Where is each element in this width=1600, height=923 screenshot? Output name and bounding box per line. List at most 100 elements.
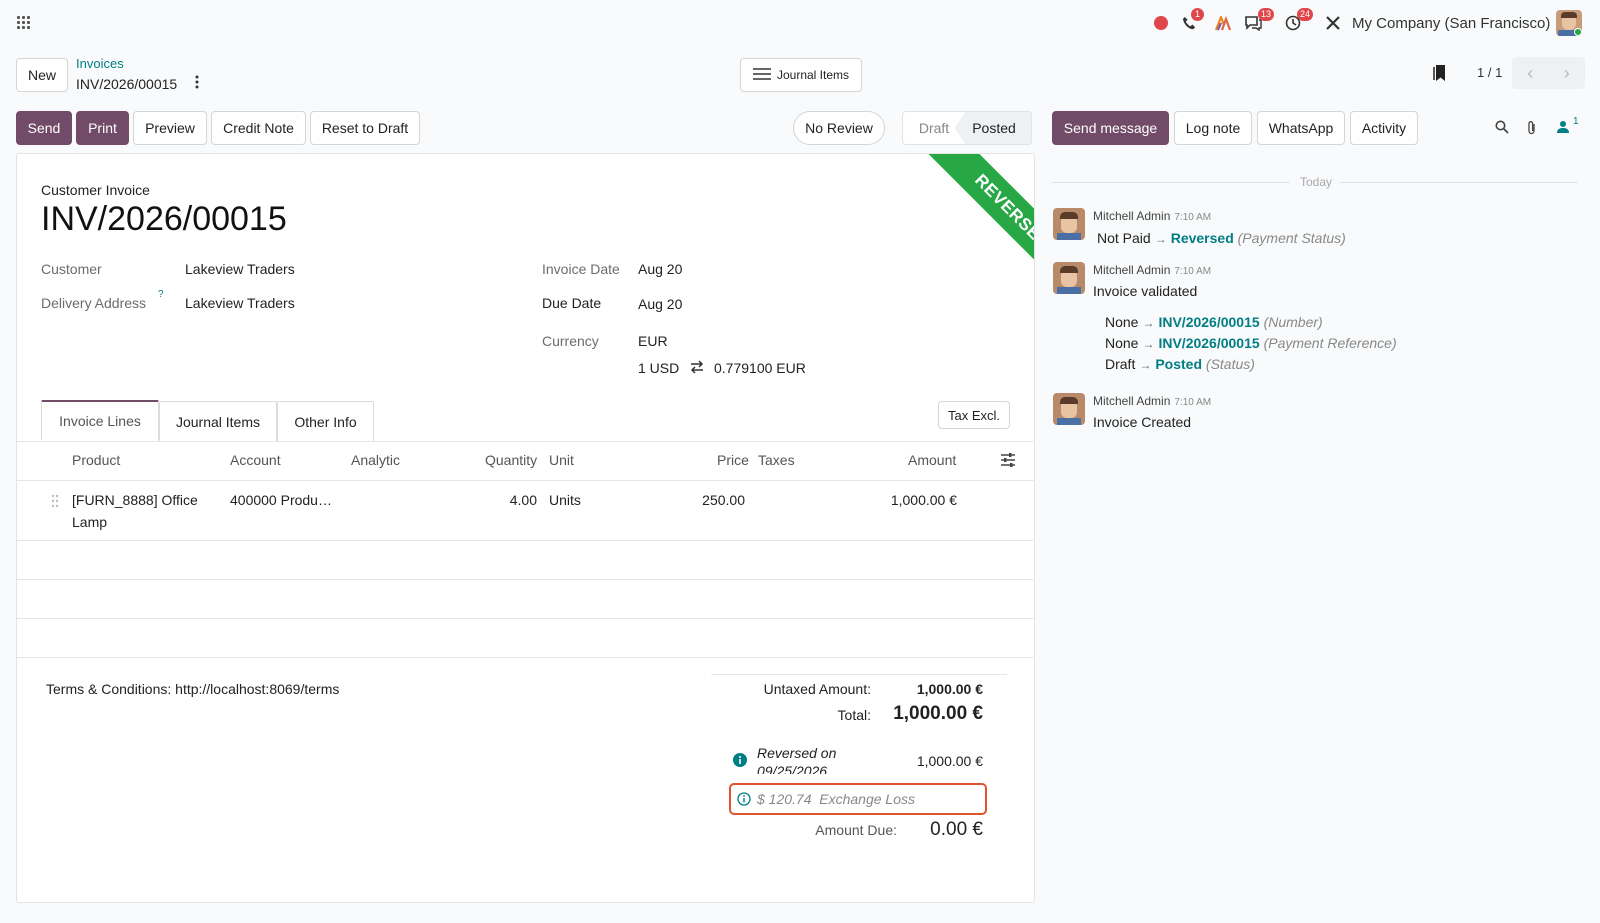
followers-icon[interactable] — [1556, 120, 1570, 137]
tools-icon[interactable] — [1324, 14, 1342, 32]
avatar[interactable] — [1053, 393, 1085, 425]
tab-journal-items[interactable]: Journal Items — [159, 401, 277, 441]
avatar[interactable] — [1053, 208, 1085, 240]
activities-badge: 24 — [1297, 8, 1314, 21]
due-date-label: Due Date — [542, 295, 602, 311]
search-icon[interactable] — [1495, 120, 1509, 137]
invoice-date-field[interactable]: Aug 20 — [638, 261, 682, 277]
col-unit[interactable]: Unit — [549, 452, 574, 468]
reversed-amount: 1,000.00 € — [916, 753, 983, 769]
reversed-ribbon: REVERSED — [917, 154, 1034, 307]
col-account[interactable]: Account — [230, 452, 281, 468]
col-taxes[interactable]: Taxes — [758, 452, 795, 468]
optional-columns-icon[interactable] — [1000, 453, 1016, 470]
activity-button[interactable]: Activity — [1350, 111, 1418, 145]
breadcrumb-invoices[interactable]: Invoices — [76, 56, 124, 71]
kebab-menu-icon[interactable] — [195, 75, 199, 89]
currency-label: Currency — [542, 333, 599, 349]
preview-button[interactable]: Preview — [133, 111, 207, 145]
pager-prev-icon[interactable]: ‹ — [1512, 57, 1549, 89]
tab-other-info[interactable]: Other Info — [277, 401, 374, 441]
line-account: 400000 Produ… — [230, 492, 332, 508]
total-label: Total: — [837, 707, 871, 723]
breadcrumb-current: INV/2026/00015 — [76, 76, 178, 92]
table-row[interactable]: [FURN_8888] Office Lamp 400000 Produ… 4.… — [17, 480, 1034, 540]
message-time: 7:10 AM — [1174, 266, 1212, 277]
reversed-on-label: Reversed on — [757, 745, 837, 761]
total-amount: 1,000.00 € — [893, 703, 983, 724]
calls-badge: 1 — [1191, 8, 1204, 21]
journal-items-label: Journal Items — [776, 68, 850, 82]
invoice-type-label: Customer Invoice — [41, 182, 150, 198]
no-review-button[interactable]: No Review — [793, 111, 885, 145]
reset-to-draft-button[interactable]: Reset to Draft — [310, 111, 420, 145]
list-icon — [752, 67, 771, 83]
user-avatar[interactable] — [1556, 10, 1582, 36]
exchange-loss-text: $ 120.74 Exchange Loss — [757, 791, 916, 807]
drag-handle-icon[interactable] — [51, 494, 59, 511]
message-time: 7:10 AM — [1174, 397, 1212, 408]
status-bar: Draft Posted — [902, 111, 1032, 145]
untaxed-amount-label: Untaxed Amount: — [763, 681, 871, 697]
customer-field[interactable]: Lakeview Traders — [185, 261, 295, 277]
new-button[interactable]: New — [16, 58, 68, 92]
col-analytic[interactable]: Analytic — [351, 452, 400, 468]
tax-excl-toggle[interactable]: Tax Excl. — [938, 401, 1010, 429]
due-date-field[interactable]: Aug 20 — [638, 296, 682, 312]
currency-field[interactable]: EUR — [638, 333, 668, 349]
col-amount[interactable]: Amount — [908, 452, 956, 468]
line-product-2: Lamp — [72, 514, 108, 530]
journal-items-smart-button[interactable]: Journal Items — [740, 58, 862, 92]
bookmark-icon[interactable] — [1433, 64, 1449, 85]
rate-to: 0.779100 EUR — [714, 360, 806, 376]
reversed-on-date: 09/25/2026 — [757, 763, 828, 774]
tab-invoice-lines[interactable]: Invoice Lines — [41, 400, 159, 440]
message-body: Invoice Created — [1093, 414, 1192, 430]
customer-label: Customer — [41, 261, 102, 277]
top-navbar: 1 13 24 My Company (San Francisco) — [0, 0, 1600, 46]
amount-due: 0.00 € — [930, 819, 983, 840]
ai-icon[interactable] — [1214, 14, 1232, 32]
paperclip-icon[interactable] — [1527, 120, 1537, 139]
tracking-change: Not Paid → Reversed (Payment Status) — [1097, 230, 1346, 246]
message-author: Mitchell Admin 7:10 AM — [1093, 263, 1212, 277]
line-unit: Units — [549, 492, 581, 508]
pager-nav: ‹ › — [1512, 57, 1585, 89]
delivery-address-field[interactable]: Lakeview Traders — [185, 295, 295, 311]
send-message-button[interactable]: Send message — [1052, 111, 1169, 145]
pager-value[interactable]: 1 / 1 — [1477, 65, 1502, 80]
rate-from: 1 USD — [638, 360, 680, 376]
log-note-button[interactable]: Log note — [1174, 111, 1252, 145]
credit-note-button[interactable]: Credit Note — [211, 111, 306, 145]
exchange-arrows-icon — [689, 360, 705, 377]
col-quantity[interactable]: Quantity — [485, 452, 537, 468]
exchange-loss-highlight[interactable]: $ 120.74 Exchange Loss — [729, 783, 987, 815]
col-product[interactable]: Product — [72, 452, 120, 468]
untaxed-amount: 1,000.00 € — [916, 681, 983, 697]
col-price[interactable]: Price — [717, 452, 749, 468]
whatsapp-button[interactable]: WhatsApp — [1257, 111, 1345, 145]
terms-and-conditions: Terms & Conditions: http://localhost:806… — [46, 681, 340, 697]
pager-next-icon[interactable]: › — [1549, 57, 1586, 89]
message-author: Mitchell Admin 7:10 AM — [1093, 209, 1212, 223]
info-icon[interactable] — [733, 753, 747, 770]
invoice-number: INV/2026/00015 — [41, 200, 287, 238]
company-switcher[interactable]: My Company (San Francisco) — [1352, 15, 1550, 32]
record-icon[interactable] — [1152, 14, 1170, 32]
line-quantity: 4.00 — [509, 492, 537, 508]
exchange-loss-info-icon[interactable] — [737, 792, 751, 809]
messages-badge: 13 — [1258, 8, 1275, 21]
tracking-change: None → INV/2026/00015 (Payment Reference) — [1105, 335, 1397, 351]
invoice-form-sheet: REVERSED Customer Invoice INV/2026/00015… — [16, 153, 1035, 903]
message-author: Mitchell Admin 7:10 AM — [1093, 394, 1212, 408]
print-button[interactable]: Print — [76, 111, 129, 145]
delivery-help-icon[interactable]: ? — [158, 289, 164, 300]
send-button[interactable]: Send — [16, 111, 72, 145]
app-menu-icon[interactable] — [17, 16, 31, 30]
line-amount: 1,000.00 € — [890, 492, 957, 508]
message-time: 7:10 AM — [1174, 212, 1212, 223]
chatter-day-separator: Today — [1300, 175, 1333, 189]
invoice-date-label: Invoice Date — [542, 261, 620, 277]
status-posted[interactable]: Posted — [955, 112, 1031, 144]
avatar[interactable] — [1053, 262, 1085, 294]
